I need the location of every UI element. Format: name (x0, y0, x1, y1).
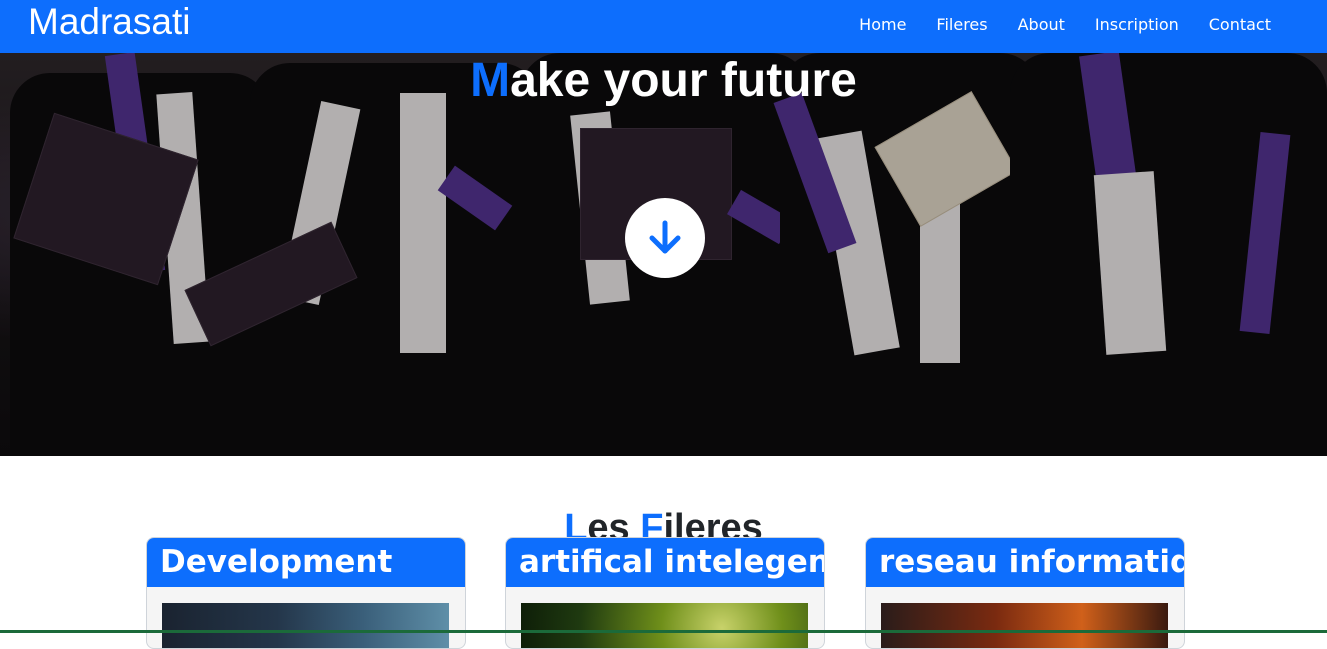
nav-home[interactable]: Home (844, 0, 921, 50)
card-image-ai (521, 603, 808, 648)
hero-section: Make your future (0, 53, 1327, 456)
card-title: Development (147, 538, 465, 587)
nav-contact[interactable]: Contact (1194, 0, 1286, 50)
card-image-development (162, 603, 449, 648)
nav-about[interactable]: About (1003, 0, 1080, 50)
hero-title-accent: M (470, 54, 511, 107)
nav-fileres[interactable]: Fileres (921, 0, 1002, 50)
card-image-network (881, 603, 1168, 648)
brand-logo[interactable]: Madrasati (28, 0, 190, 43)
scroll-down-button[interactable] (625, 198, 705, 278)
hero-title-rest: ake your future (510, 54, 857, 107)
nav-inscription[interactable]: Inscription (1080, 0, 1194, 50)
arrow-down-icon (649, 220, 681, 254)
hero-title: Make your future (0, 55, 1327, 107)
card-title: artifical intelegent (506, 538, 824, 587)
card-title: reseau informatique (866, 538, 1184, 587)
navbar: Madrasati Home Fileres About Inscription… (0, 0, 1327, 53)
nav-links: Home Fileres About Inscription Contact (844, 0, 1286, 50)
